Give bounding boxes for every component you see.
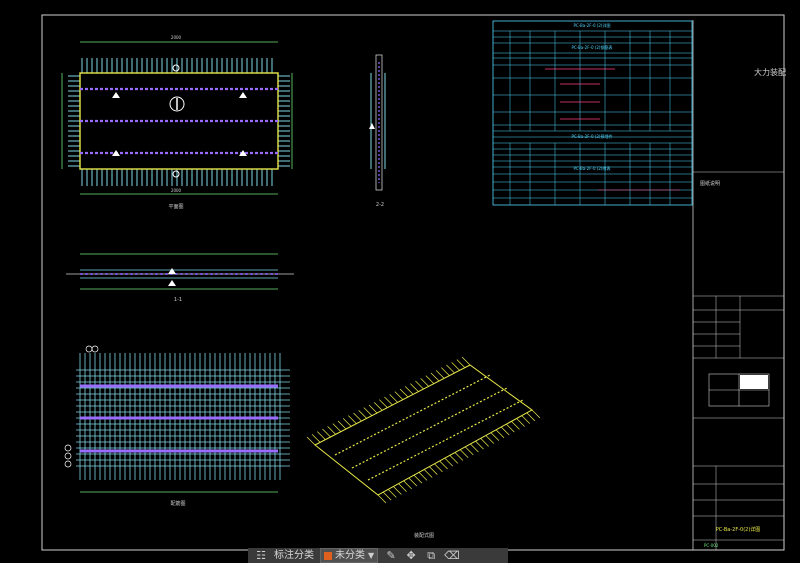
svg-text:PC-Ba-2F-0(2)详图: PC-Ba-2F-0(2)详图 [716, 526, 761, 533]
cad-drawing-canvas[interactable]: 2000 2000 平面图 2-2 1-1 配筋图 装配式图 PC-Ba-2F-… [0, 0, 800, 563]
svg-text:1-1: 1-1 [174, 297, 182, 303]
edit-icon[interactable]: ✎ [384, 548, 398, 563]
category-dropdown[interactable]: 未分类 ▼ [320, 548, 379, 563]
section-2-2-view: 2-2 [369, 54, 386, 208]
title-block: 大力装配 图纸说明 PC-Ba-2F-0(2)详图 PC-002 [692, 20, 786, 550]
svg-text:平面图: 平面图 [168, 204, 183, 210]
delete-icon[interactable]: ⌫ [444, 548, 460, 563]
chevron-down-icon: ▼ [368, 551, 375, 560]
category-color-swatch [324, 551, 332, 560]
move-icon[interactable]: ✥ [404, 548, 418, 563]
annotation-category-label: 标注分类 [274, 550, 314, 561]
svg-text:装配式图: 装配式图 [414, 532, 434, 539]
section-1-1-view: 1-1 [66, 253, 294, 303]
rebar-schedule-table: PC-Ba-2F-0 (2)详图 PC-Ba-2F-0 (2)钢筋表 PC-Ba… [492, 20, 693, 206]
copy-icon[interactable]: ⧉ [424, 548, 438, 563]
svg-text:大力装配: 大力装配 [754, 67, 786, 77]
svg-text:PC-Ba-2F-0 (2)钢筋表: PC-Ba-2F-0 (2)钢筋表 [572, 44, 613, 50]
isometric-view: 装配式图 [306, 356, 541, 539]
svg-text:PC-002: PC-002 [704, 543, 719, 548]
svg-text:PC-Ba-2F-0 (2)详图: PC-Ba-2F-0 (2)详图 [574, 22, 611, 28]
svg-text:图纸说明: 图纸说明 [700, 180, 720, 187]
category-dropdown-value: 未分类 [335, 550, 365, 561]
svg-text:PC-Ba-2F-0 (2)附表: PC-Ba-2F-0 (2)附表 [574, 165, 611, 171]
svg-text:2-2: 2-2 [376, 202, 384, 208]
svg-text:2000: 2000 [171, 35, 182, 40]
rebar-view: 配筋图 [64, 345, 290, 507]
svg-text:配筋图: 配筋图 [170, 500, 185, 507]
layout-icon[interactable]: ☷ [254, 548, 268, 563]
svg-text:2000: 2000 [171, 188, 182, 193]
annotation-toolbar: ☷ 标注分类 未分类 ▼ ✎ ✥ ⧉ ⌫ [248, 548, 508, 563]
svg-text:PC-Ba-2F-0 (2)预埋件: PC-Ba-2F-0 (2)预埋件 [572, 133, 613, 139]
plan-view: 2000 2000 平面图 [61, 35, 293, 210]
